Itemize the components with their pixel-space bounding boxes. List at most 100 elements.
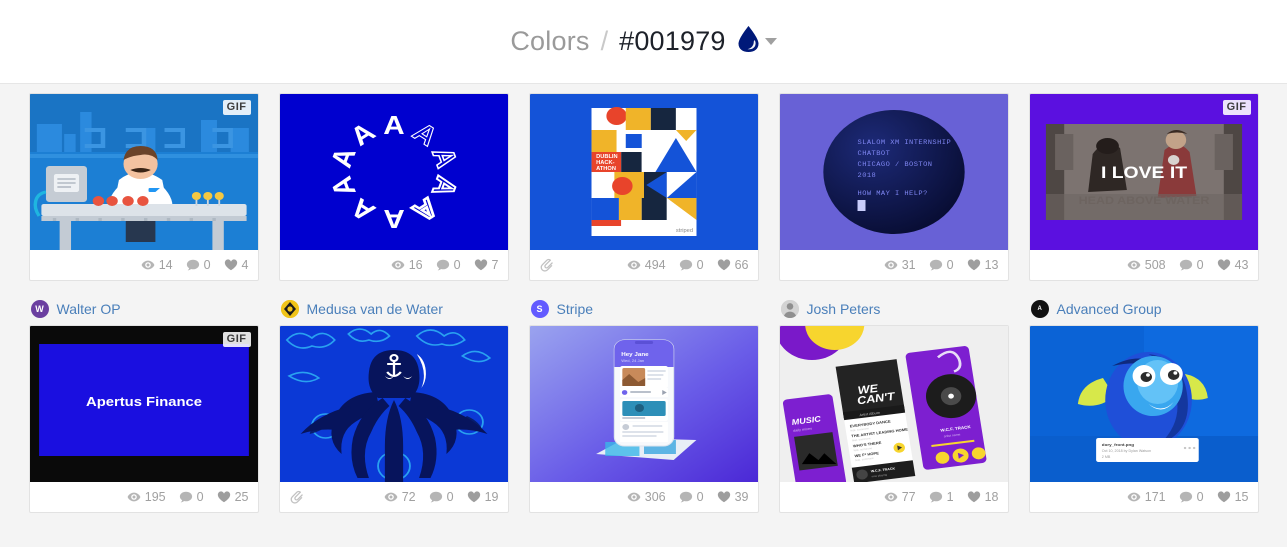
likes-count: 66 xyxy=(734,258,749,272)
droplet-icon xyxy=(737,25,760,58)
shot-card[interactable]: 72 0 19 xyxy=(278,325,509,513)
shot-author[interactable]: A Advanced Group xyxy=(1029,281,1259,325)
shot-author[interactable]: Medusa van de Water xyxy=(279,281,509,325)
shot-meta: 508 0 43 xyxy=(1030,250,1258,280)
avatar: W xyxy=(30,299,49,318)
shot-thumbnail[interactable]: GIF xyxy=(29,94,258,250)
shot-author[interactable]: W Walter OP xyxy=(29,281,259,325)
shot-thumbnail[interactable]: DUBLIN HACK- ATHON striped xyxy=(529,94,758,250)
factory-worker-illustration xyxy=(29,94,258,250)
shot-card[interactable]: GIF 14 0 4 xyxy=(28,93,259,281)
svg-text:SLALOM XM INTERNSHIP: SLALOM XM INTERNSHIP xyxy=(857,138,951,145)
shot-thumbnail[interactable]: Hey Jane Wed, 24 Jan xyxy=(529,326,758,482)
comments-stat: 0 xyxy=(179,490,204,504)
views-count: 16 xyxy=(408,258,423,272)
shot-card[interactable]: I LOVE IT HEAD ABOVE WATER GIF 508 0 43 xyxy=(1028,93,1259,281)
comments-stat: 0 xyxy=(436,258,461,272)
grid-cell: Apertus Finance GIF 195 0 25 xyxy=(19,325,269,513)
comments-stat: 0 xyxy=(929,258,954,272)
paperclip-icon xyxy=(290,490,303,504)
shot-stats: 77 1 18 xyxy=(884,490,999,504)
shot-card[interactable]: Apertus Finance GIF 195 0 25 xyxy=(28,325,259,513)
comments-count: 0 xyxy=(203,258,211,272)
page-header: Colors / #001979 xyxy=(0,0,1287,84)
shot-card[interactable]: A A A A A A A A A A 16 0 7 xyxy=(278,93,509,281)
likes-count: 18 xyxy=(984,490,999,504)
comments-stat: 1 xyxy=(929,490,954,504)
grid-cell: dory_front.png Oct 10, 2018 by Dylan Wat… xyxy=(1019,325,1269,513)
grid-cell: Hey Jane Wed, 24 Jan 306 0 39 xyxy=(519,325,769,513)
comments-count: 0 xyxy=(696,490,704,504)
grid-cell: MUSIC daily mixes WE CAN'T Artist Album … xyxy=(769,325,1019,513)
avatar xyxy=(280,299,299,318)
gif-badge: GIF xyxy=(222,332,251,347)
dory-fish-file-card: dory_front.png Oct 10, 2018 by Dylan Wat… xyxy=(1029,326,1258,482)
likes-count: 15 xyxy=(1234,490,1249,504)
author-link[interactable]: Stripe xyxy=(557,301,594,317)
shot-card[interactable]: DUBLIN HACK- ATHON striped 494 0 66 xyxy=(528,93,759,281)
svg-text:Hey Jane: Hey Jane xyxy=(621,352,649,358)
comments-count: 0 xyxy=(446,490,454,504)
author-link[interactable]: Josh Peters xyxy=(807,301,881,317)
views-stat: 306 xyxy=(627,490,666,504)
shot-thumbnail[interactable]: A A A A A A A A A A xyxy=(279,94,508,250)
shot-thumbnail[interactable]: SLALOM XM INTERNSHIP CHATBOT CHICAGO / B… xyxy=(779,94,1008,250)
comments-count: 0 xyxy=(1196,490,1204,504)
svg-text:ATHON: ATHON xyxy=(596,166,616,172)
shot-thumbnail[interactable] xyxy=(279,326,508,482)
heart-icon xyxy=(717,491,730,503)
grid-cell: A A A A A A A A A A 16 0 7 Medusa van de… xyxy=(269,93,519,325)
views-stat: 494 xyxy=(627,258,666,272)
apertus-finance-slate: Apertus Finance xyxy=(29,326,258,482)
gif-badge: GIF xyxy=(222,100,251,115)
author-link[interactable]: Medusa van de Water xyxy=(307,301,443,317)
shot-thumbnail[interactable]: dory_front.png Oct 10, 2018 by Dylan Wat… xyxy=(1029,326,1258,482)
shot-stats: 31 0 13 xyxy=(884,258,999,272)
shot-card[interactable]: MUSIC daily mixes WE CAN'T Artist Album … xyxy=(778,325,1009,513)
comment-bubble-icon xyxy=(929,259,942,271)
attachment-indicator xyxy=(289,489,305,505)
comment-bubble-icon xyxy=(1179,259,1192,271)
likes-count: 13 xyxy=(984,258,999,272)
views-stat: 77 xyxy=(884,490,916,504)
grid-cell: SLALOM XM INTERNSHIP CHATBOT CHICAGO / B… xyxy=(769,93,1019,325)
shot-thumbnail[interactable]: Apertus Finance GIF xyxy=(29,326,258,482)
avatar: S xyxy=(530,299,549,318)
eye-icon xyxy=(884,492,898,502)
comment-bubble-icon xyxy=(186,259,199,271)
eye-icon xyxy=(1127,260,1141,270)
heart-icon xyxy=(1217,259,1230,271)
paperclip-icon xyxy=(540,258,553,272)
likes-stat: 25 xyxy=(217,490,249,504)
comment-bubble-icon xyxy=(436,259,449,271)
shot-thumbnail[interactable]: I LOVE IT HEAD ABOVE WATER GIF xyxy=(1029,94,1258,250)
author-link[interactable]: Advanced Group xyxy=(1057,301,1162,317)
shot-stats: 508 0 43 xyxy=(1127,258,1249,272)
breadcrumb-root-link[interactable]: Colors xyxy=(510,28,589,55)
color-swatch-dropdown[interactable] xyxy=(737,25,777,58)
comments-stat: 0 xyxy=(186,258,211,272)
chevron-down-icon[interactable] xyxy=(764,38,777,45)
shot-stats: 494 0 66 xyxy=(627,258,749,272)
comments-stat: 0 xyxy=(679,490,704,504)
shot-card[interactable]: SLALOM XM INTERNSHIP CHATBOT CHICAGO / B… xyxy=(778,93,1009,281)
author-link[interactable]: Walter OP xyxy=(57,301,121,317)
likes-stat: 66 xyxy=(717,258,749,272)
shot-thumbnail[interactable]: MUSIC daily mixes WE CAN'T Artist Album … xyxy=(779,326,1008,482)
likes-stat: 15 xyxy=(1217,490,1249,504)
shot-stats: 16 0 7 xyxy=(391,258,499,272)
heart-icon xyxy=(474,259,487,271)
views-count: 31 xyxy=(901,258,916,272)
shot-card[interactable]: dory_front.png Oct 10, 2018 by Dylan Wat… xyxy=(1028,325,1259,513)
shot-card[interactable]: Hey Jane Wed, 24 Jan 306 0 39 xyxy=(528,325,759,513)
shot-author[interactable]: S Stripe xyxy=(529,281,759,325)
views-stat: 72 xyxy=(384,490,416,504)
grid-cell: 72 0 19 xyxy=(269,325,519,513)
comments-stat: 0 xyxy=(679,258,704,272)
heart-icon xyxy=(467,491,480,503)
shot-author[interactable]: Josh Peters xyxy=(779,281,1009,325)
comments-count: 0 xyxy=(946,258,954,272)
heart-icon xyxy=(967,259,980,271)
comments-stat: 0 xyxy=(1179,258,1204,272)
svg-text:HACK-: HACK- xyxy=(596,160,615,166)
